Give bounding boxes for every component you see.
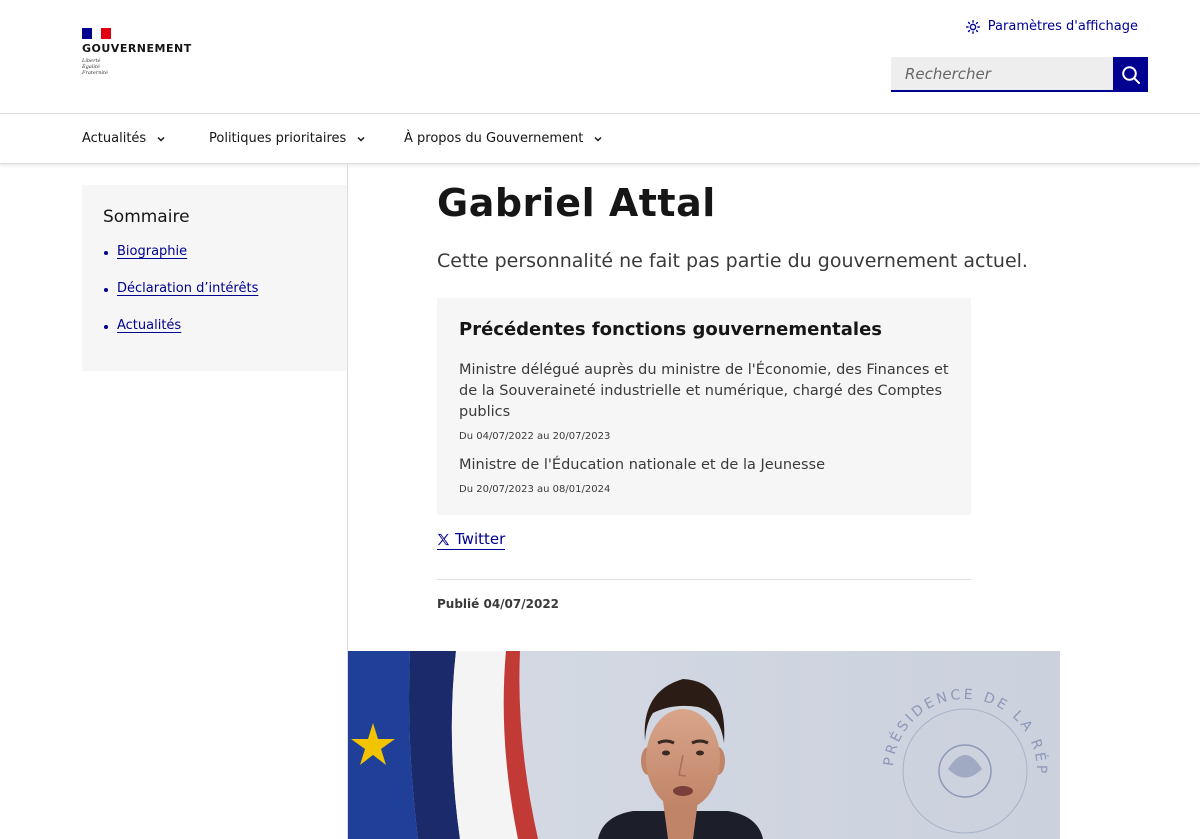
nav-item-politiques-prioritaires[interactable]: Politiques prioritaires — [209, 114, 366, 163]
display-settings-label: Paramètres d'affichage — [987, 19, 1138, 34]
search-input[interactable] — [891, 57, 1113, 92]
toc-link-actualites[interactable]: Actualités — [117, 318, 181, 333]
function-title: Ministre délégué auprès du ministre de l… — [459, 362, 949, 420]
function-title: Ministre de l'Éducation nationale et de … — [459, 457, 826, 473]
toc-item: Actualités — [103, 318, 326, 340]
previous-functions-panel: Précédentes fonctions gouvernementales M… — [437, 298, 971, 515]
page-subtitle: Cette personnalité ne fait pas partie du… — [437, 250, 1028, 272]
eu-flag — [348, 651, 418, 839]
toc-list: Biographie Déclaration d’intérêts Actual… — [103, 244, 326, 340]
display-settings-button[interactable]: Paramètres d'affichage — [965, 19, 1138, 34]
x-twitter-icon — [437, 533, 450, 545]
function-item: Ministre délégué auprès du ministre de l… — [459, 360, 949, 442]
portrait-photo: PRÉSIDENCE DE LA RÉPUBLIQUE — [348, 651, 1060, 839]
twitter-link[interactable]: Twitter — [437, 530, 506, 550]
sun-icon — [965, 19, 980, 34]
toc-link-biographie[interactable]: Biographie — [117, 244, 187, 259]
marianne-flag-icon — [82, 28, 112, 39]
chevron-down-icon — [157, 136, 165, 142]
search-icon — [1121, 65, 1140, 84]
search-bar — [891, 57, 1148, 92]
page-title: Gabriel Attal — [437, 181, 716, 225]
government-logo[interactable]: GOUVERNEMENT Liberté Égalité Fraternité — [82, 28, 192, 76]
toc-link-declaration[interactable]: Déclaration d’intérêts — [117, 281, 258, 296]
function-dates: Du 04/07/2022 au 20/07/2023 — [459, 431, 611, 442]
main-navigation: Actualités Politiques prioritaires À pro… — [0, 114, 1200, 164]
search-button[interactable] — [1113, 57, 1148, 92]
french-flag — [409, 651, 538, 839]
toc-item: Biographie — [103, 244, 326, 266]
function-dates: Du 20/07/2023 au 08/01/2024 — [459, 484, 611, 495]
separator — [437, 579, 971, 580]
chevron-down-icon — [594, 136, 602, 142]
portrait-image: PRÉSIDENCE DE LA RÉPUBLIQUE — [348, 651, 1060, 839]
published-date: Publié 04/07/2022 — [437, 597, 560, 611]
nav-item-a-propos[interactable]: À propos du Gouvernement — [404, 114, 603, 163]
table-of-contents: Sommaire Biographie Déclaration d’intérê… — [82, 185, 347, 371]
toc-title: Sommaire — [103, 207, 190, 227]
function-item: Ministre de l'Éducation nationale et de … — [459, 455, 949, 495]
chevron-down-icon — [357, 136, 365, 142]
toc-item: Déclaration d’intérêts — [103, 281, 326, 303]
nav-item-actualites[interactable]: Actualités — [82, 114, 166, 163]
functions-title: Précédentes fonctions gouvernementales — [459, 319, 882, 340]
twitter-label: Twitter — [455, 530, 506, 548]
logo-text: GOUVERNEMENT — [82, 42, 192, 55]
site-header: GOUVERNEMENT Liberté Égalité Fraternité … — [0, 0, 1200, 114]
logo-motto: Liberté Égalité Fraternité — [82, 58, 108, 76]
